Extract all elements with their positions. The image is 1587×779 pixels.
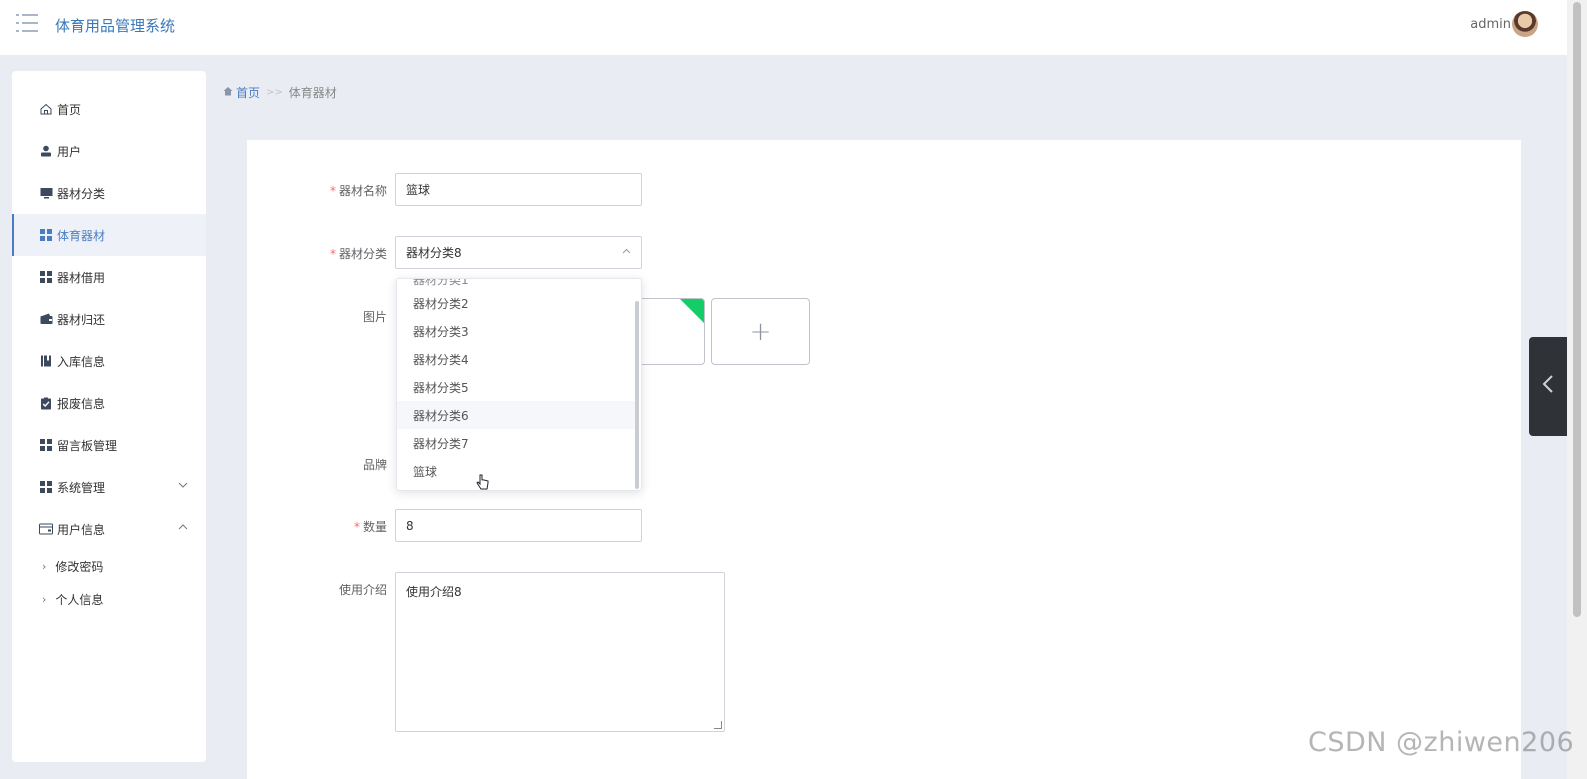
sidebar-item-system-management[interactable]: 系统管理 <box>12 466 206 508</box>
dropdown-option[interactable]: 篮球 <box>397 457 635 485</box>
sidebar-item-sports-equipment[interactable]: 体育器材 <box>12 214 206 256</box>
chevron-right-icon: › <box>42 593 47 606</box>
sidebar-subitem-label: 个人信息 <box>55 593 104 607</box>
breadcrumb: 首页 >> 体育器材 <box>223 84 337 101</box>
chevron-left-icon <box>1542 374 1554 400</box>
dropdown-option[interactable]: 器材分类5 <box>397 373 635 401</box>
wallet-icon <box>39 312 53 326</box>
grid-icon <box>39 228 53 242</box>
breadcrumb-separator: >> <box>266 87 283 98</box>
image-label: 图片 <box>362 310 387 324</box>
top-bar: 体育用品管理系统 admin <box>0 0 1567 55</box>
category-select[interactable]: 器材分类8 <box>395 236 642 269</box>
home-icon <box>223 86 233 99</box>
dropdown-option[interactable]: 器材分类4 <box>397 345 635 373</box>
sidebar-item-equipment-category[interactable]: 器材分类 <box>12 172 206 214</box>
sidebar-subitem-label: 修改密码 <box>55 560 104 574</box>
page-scrollbar[interactable] <box>1567 0 1587 779</box>
dropdown-option[interactable]: 器材分类2 <box>397 289 635 317</box>
sidebar-item-label: 器材借用 <box>57 270 106 285</box>
upload-success-badge <box>680 299 704 323</box>
intro-textarea[interactable]: 使用介绍8 <box>395 572 725 732</box>
dropdown-scrollbar[interactable] <box>635 301 639 489</box>
app-title: 体育用品管理系统 <box>55 17 176 35</box>
upload-add-button[interactable]: + <box>711 298 810 365</box>
plus-icon: + <box>749 316 772 347</box>
menu-toggle-icon[interactable] <box>16 14 38 32</box>
category-label: * 器材分类 <box>329 247 387 261</box>
sidebar-item-stock-in-info[interactable]: 入库信息 <box>12 340 206 382</box>
clipboard-check-icon <box>39 396 53 410</box>
grid-icon <box>39 480 53 494</box>
scrollbar-thumb[interactable] <box>1573 2 1581 617</box>
sidebar-item-user-info[interactable]: 用户信息 <box>12 508 206 550</box>
intro-label: 使用介绍 <box>338 583 387 597</box>
quantity-value: 8 <box>406 518 414 533</box>
dropdown-option[interactable]: 器材分类3 <box>397 317 635 345</box>
book-icon <box>39 354 53 368</box>
sidebar-subitem-personal-info[interactable]: › 个人信息 <box>12 583 206 616</box>
chevron-down-icon <box>178 480 188 491</box>
sidebar-item-label: 报废信息 <box>57 396 106 411</box>
avatar[interactable] <box>1512 11 1538 37</box>
hand-cursor-icon <box>476 474 490 496</box>
chevron-up-icon <box>622 246 631 257</box>
breadcrumb-home-link[interactable]: 首页 <box>236 84 260 101</box>
chevron-right-icon: › <box>42 560 47 573</box>
sidebar-item-label: 系统管理 <box>57 480 106 495</box>
sidebar-item-message-board[interactable]: 留言板管理 <box>12 424 206 466</box>
sidebar-item-label: 体育器材 <box>57 228 106 243</box>
sidebar-item-scrap-info[interactable]: 报废信息 <box>12 382 206 424</box>
sidebar-item-label: 用户信息 <box>57 522 106 537</box>
required-mark: * <box>329 247 336 261</box>
dropdown-option[interactable]: 器材分类6 <box>397 401 635 429</box>
user-icon <box>39 144 53 158</box>
breadcrumb-current: 体育器材 <box>288 86 337 100</box>
quantity-input[interactable]: 8 <box>395 509 642 542</box>
sidebar-item-users[interactable]: 用户 <box>12 130 206 172</box>
panel-collapse-tab[interactable] <box>1529 337 1567 436</box>
intro-value: 使用介绍8 <box>406 585 462 599</box>
resize-handle-icon[interactable] <box>714 721 722 729</box>
category-dropdown: 器材分类1 器材分类2 器材分类3 器材分类4 器材分类5 器材分类6 器材分类… <box>396 278 642 491</box>
monitor-icon <box>39 186 53 200</box>
brand-label: 品牌 <box>362 458 387 472</box>
sidebar-item-label: 入库信息 <box>57 354 106 369</box>
sidebar-item-label: 器材分类 <box>57 186 106 201</box>
sidebar-item-equipment-return[interactable]: 器材归还 <box>12 298 206 340</box>
card-icon <box>39 522 53 536</box>
equipment-name-input[interactable]: 篮球 <box>395 173 642 206</box>
required-mark: * <box>353 520 360 534</box>
watermark: CSDN @zhiwen206 <box>1308 727 1575 758</box>
grid-icon <box>39 270 53 284</box>
category-select-value: 器材分类8 <box>406 246 462 260</box>
sidebar-item-home[interactable]: 首页 <box>12 88 206 130</box>
sidebar-subitem-change-password[interactable]: › 修改密码 <box>12 550 206 583</box>
home-icon <box>39 102 53 116</box>
chevron-up-icon <box>178 522 188 533</box>
uploaded-image-thumbnail[interactable] <box>640 298 705 365</box>
required-mark: * <box>329 184 336 198</box>
sidebar-item-label: 留言板管理 <box>57 438 118 453</box>
user-name[interactable]: admin <box>1470 17 1511 32</box>
name-label: * 器材名称 <box>329 184 387 198</box>
quantity-label: * 数量 <box>353 520 387 534</box>
sidebar-item-label: 器材归还 <box>57 312 106 327</box>
equipment-name-value: 篮球 <box>406 183 431 197</box>
sidebar: 首页 用户 器材分类 体育器材 器材借用 器材归还 入库信息 报废信息 留言板管… <box>12 71 206 762</box>
dropdown-option[interactable]: 器材分类7 <box>397 429 635 457</box>
grid-icon <box>39 438 53 452</box>
sidebar-item-label: 首页 <box>57 102 82 117</box>
sidebar-item-label: 用户 <box>57 144 82 159</box>
sidebar-item-equipment-borrow[interactable]: 器材借用 <box>12 256 206 298</box>
